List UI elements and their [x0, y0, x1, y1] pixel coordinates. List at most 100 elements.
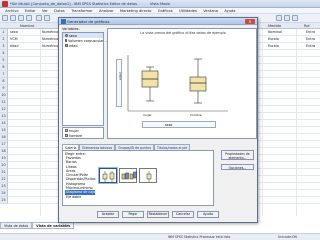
- chart-preview-canvas[interactable]: La vista previa del gráfico utiliza dato…: [107, 28, 257, 139]
- col-medida[interactable]: Medida: [268, 24, 281, 28]
- status-processor: IBM SPSS Statistics Processor está listo: [168, 235, 231, 240]
- view-tabs: Vista de datos Vista de variables: [0, 222, 75, 229]
- tab-data-view[interactable]: Vista de datos: [0, 222, 33, 229]
- variable-label: Volumen corpuscular ...: [68, 38, 108, 43]
- y-axis-dropzone[interactable]: edad: [116, 59, 122, 107]
- cell-role[interactable]: Entra: [306, 29, 315, 36]
- row-number[interactable]: 3: [0, 43, 8, 50]
- cell-type[interactable]: Numérico: [42, 29, 58, 36]
- menu-analizar[interactable]: Analizar: [96, 8, 117, 13]
- row-number[interactable]: 16: [0, 134, 8, 141]
- menu-ver[interactable]: Ver: [39, 8, 51, 13]
- variable-item[interactable]: edad: [63, 43, 103, 48]
- row-number[interactable]: 12: [0, 106, 8, 113]
- variables-list[interactable]: sexo Volumen corpuscular ... edad: [62, 32, 108, 126]
- dialog-recall-icon[interactable]: [26, 15, 32, 22]
- row-number[interactable]: 5: [0, 57, 8, 64]
- print-icon[interactable]: [18, 15, 24, 22]
- row-number[interactable]: 18: [0, 148, 8, 155]
- tab-variable-view[interactable]: Vista de variables: [32, 222, 75, 229]
- x-axis-dropzone[interactable]: sexo: [142, 121, 216, 128]
- dialog-buttons: Aceptar Pegar Restablecer Cancelar Ayuda: [59, 211, 257, 219]
- ok-button[interactable]: Aceptar: [97, 211, 119, 218]
- row-number[interactable]: 23: [0, 183, 8, 190]
- reset-button[interactable]: Restablecer: [147, 211, 169, 218]
- menu-marketing[interactable]: Marketing directo: [117, 8, 155, 13]
- row-number[interactable]: 9: [0, 85, 8, 92]
- window-mode: Vista Modo: [150, 1, 170, 6]
- simple-boxplot-thumb[interactable]: [99, 168, 117, 183]
- x-category-label: mujer: [143, 113, 152, 117]
- row-number[interactable]: 10: [0, 92, 8, 99]
- menu-utilidades[interactable]: Utilidades: [176, 8, 200, 13]
- variable-label: sexo: [69, 33, 77, 38]
- options-button[interactable]: Opciones...: [221, 164, 254, 170]
- cell-measure[interactable]: Escala: [268, 43, 279, 50]
- cell-role[interactable]: Entra: [306, 43, 315, 50]
- row-number[interactable]: 21: [0, 169, 8, 176]
- menu-transformar[interactable]: Transformar: [68, 8, 96, 13]
- row-number[interactable]: 25: [0, 197, 8, 204]
- menu-ventana[interactable]: Ventana: [200, 8, 221, 13]
- menu-archivo[interactable]: Archivo: [2, 8, 22, 13]
- cell-name[interactable]: VCM: [10, 36, 18, 43]
- split-icon[interactable]: [292, 15, 298, 22]
- row-number[interactable]: 20: [0, 162, 8, 169]
- category-icon: [64, 129, 68, 132]
- x-category-label: hombre: [190, 113, 202, 117]
- clustered-boxplot-thumb[interactable]: [119, 168, 137, 183]
- chart-thumbnails: [99, 168, 157, 183]
- row-number[interactable]: 1: [0, 29, 8, 36]
- window-title: *Sin título1 [Conjunto_de_datos1] - IBM …: [10, 1, 137, 6]
- help-button[interactable]: Ayuda: [197, 211, 219, 218]
- paste-button[interactable]: Pegar: [122, 211, 144, 218]
- cell-name[interactable]: sexo: [10, 29, 18, 36]
- cell-name[interactable]: edad: [10, 43, 18, 50]
- chart-type-list[interactable]: Favoritos Barras Líneas Áreas Circular/P…: [65, 156, 96, 199]
- col-rol[interactable]: Rol: [304, 24, 310, 28]
- row-number[interactable]: 8: [0, 78, 8, 85]
- cell-type[interactable]: Numérico: [42, 43, 58, 50]
- undo-icon[interactable]: [36, 15, 42, 22]
- element-properties-button[interactable]: Propiedades de elemento...: [221, 150, 254, 160]
- 1d-boxplot-thumb[interactable]: [139, 168, 157, 183]
- categories-list[interactable]: mujer hombre: [62, 127, 104, 139]
- sets-icon[interactable]: [284, 15, 290, 22]
- row-number[interactable]: 7: [0, 71, 8, 78]
- variable-item[interactable]: Volumen corpuscular ...: [63, 38, 108, 43]
- redo-icon[interactable]: [44, 15, 50, 22]
- cell-type[interactable]: Numérico: [42, 36, 58, 43]
- row-number[interactable]: 19: [0, 155, 8, 162]
- y-zone-label: edad: [117, 72, 122, 81]
- scale-icon: [64, 44, 68, 48]
- status-unicode: Unicode:ON: [278, 235, 297, 240]
- cell-measure[interactable]: Nominal: [268, 29, 282, 36]
- menu-ayuda[interactable]: Ayuda: [221, 8, 238, 13]
- row-number[interactable]: 6: [0, 64, 8, 71]
- row-number[interactable]: 24: [0, 190, 8, 197]
- category-item[interactable]: hombre: [63, 133, 103, 138]
- cancel-button[interactable]: Cancelar: [172, 211, 194, 218]
- save-icon[interactable]: [10, 15, 16, 22]
- 1d-boxplot-icon: [146, 171, 152, 182]
- open-icon[interactable]: [2, 15, 8, 22]
- row-number[interactable]: 14: [0, 120, 8, 127]
- menu-editar[interactable]: Editar: [22, 8, 39, 13]
- dialog-title: Generador de gráficos: [67, 19, 110, 25]
- row-number[interactable]: 22: [0, 176, 8, 183]
- row-number[interactable]: 17: [0, 141, 8, 148]
- row-number[interactable]: 15: [0, 127, 8, 134]
- menu-datos[interactable]: Datos: [51, 8, 68, 13]
- row-number[interactable]: 13: [0, 113, 8, 120]
- menu-graficos[interactable]: Gráficos: [155, 8, 176, 13]
- value-labels-icon[interactable]: [276, 15, 282, 22]
- row-number[interactable]: 4: [0, 50, 8, 57]
- x-zone-label: sexo: [165, 123, 173, 127]
- chart-type-item[interactable]: Eje doble: [65, 195, 95, 199]
- close-icon[interactable]: ×: [245, 18, 255, 25]
- cell-role[interactable]: Entra: [306, 36, 315, 43]
- cell-measure[interactable]: Escala: [268, 36, 279, 43]
- col-nombre[interactable]: Nombre: [20, 24, 34, 28]
- row-number[interactable]: 11: [0, 99, 8, 106]
- row-number[interactable]: 2: [0, 36, 8, 43]
